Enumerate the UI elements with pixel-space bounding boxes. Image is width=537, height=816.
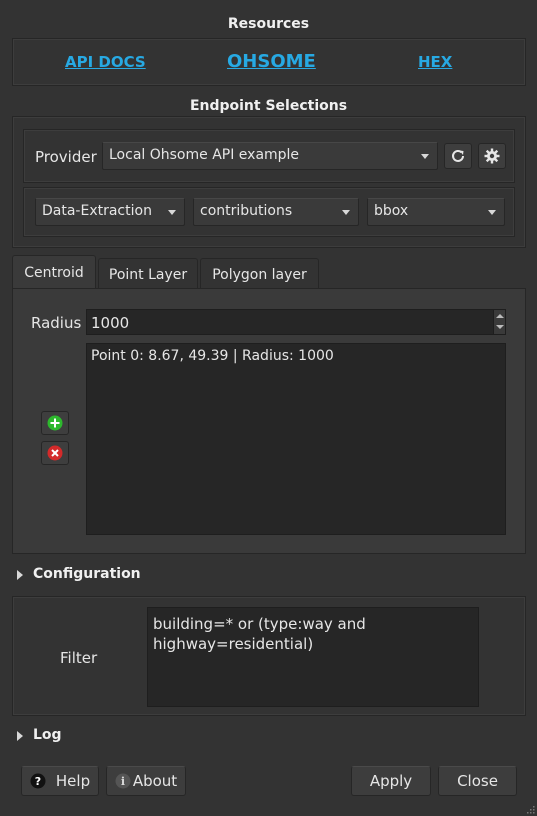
help-icon: ?: [30, 773, 46, 789]
radius-label: Radius: [31, 314, 82, 332]
resize-grip-icon[interactable]: [525, 804, 536, 815]
tab-centroid-label: Centroid: [24, 264, 84, 281]
svg-text:?: ?: [35, 775, 41, 788]
filter-value: building=* or (type:way and highway=resi…: [153, 615, 366, 653]
configuration-group: Filter building=* or (type:way and highw…: [12, 596, 526, 716]
ohsome-link[interactable]: OHSOME: [227, 51, 316, 72]
apply-button[interactable]: Apply: [351, 766, 431, 796]
gear-icon: [484, 148, 500, 164]
resources-title: Resources: [227, 16, 310, 32]
help-button[interactable]: ? Help: [21, 766, 99, 796]
api-docs-link[interactable]: API DOCS: [65, 53, 146, 71]
endpoint-select[interactable]: contributions: [193, 198, 359, 226]
add-point-button[interactable]: [41, 411, 69, 435]
hex-link[interactable]: HEX: [418, 53, 452, 71]
tab-point-layer-label: Point Layer: [108, 266, 188, 283]
log-title[interactable]: Log: [33, 727, 62, 743]
collapse-arrow-icon[interactable]: [17, 731, 23, 741]
endpoint-group: Provider Local Ohsome API example Data-E…: [12, 116, 526, 248]
endpoint-combos-row: Data-Extraction contributions bbox: [23, 187, 515, 237]
resources-group: API DOCS OHSOME HEX: [12, 38, 526, 86]
tab-polygon-layer[interactable]: Polygon layer: [200, 258, 319, 290]
endpoint-title: Endpoint Selections: [189, 98, 348, 114]
refresh-button[interactable]: [444, 143, 472, 169]
spin-buttons[interactable]: [493, 310, 505, 334]
geometry-select-value: bbox: [374, 203, 409, 219]
chevron-down-icon: [421, 154, 429, 159]
radius-spinbox[interactable]: 1000: [86, 309, 506, 335]
configuration-title[interactable]: Configuration: [33, 566, 141, 582]
svg-text:i: i: [121, 775, 125, 788]
chevron-down-icon: [488, 210, 496, 215]
radius-value: 1000: [91, 314, 130, 332]
close-label: Close: [457, 772, 498, 790]
chevron-up-icon[interactable]: [496, 314, 504, 318]
collapse-arrow-icon[interactable]: [17, 570, 23, 580]
info-icon: i: [115, 773, 131, 789]
chevron-down-icon: [168, 210, 176, 215]
chevron-down-icon[interactable]: [496, 325, 504, 329]
plus-icon: [47, 415, 63, 431]
remove-point-button[interactable]: [41, 441, 69, 465]
centroid-panel: Radius 1000 Point 0: 8.67, 49.39 | Radiu…: [12, 288, 526, 554]
tab-centroid[interactable]: Centroid: [12, 255, 96, 289]
provider-select[interactable]: Local Ohsome API example: [102, 142, 438, 170]
close-icon: [47, 445, 63, 461]
endpoint-select-value: contributions: [200, 203, 293, 219]
about-button[interactable]: i About: [106, 766, 186, 796]
list-item[interactable]: Point 0: 8.67, 49.39 | Radius: 1000: [91, 348, 334, 364]
filter-textarea[interactable]: building=* or (type:way and highway=resi…: [147, 607, 479, 707]
tab-point-layer[interactable]: Point Layer: [98, 258, 198, 290]
filter-label: Filter: [60, 649, 98, 667]
chevron-down-icon: [342, 210, 350, 215]
tab-polygon-layer-label: Polygon layer: [212, 266, 307, 283]
close-button[interactable]: Close: [438, 766, 517, 796]
provider-label: Provider: [35, 148, 97, 166]
provider-select-value: Local Ohsome API example: [109, 147, 300, 163]
settings-button[interactable]: [478, 143, 506, 169]
refresh-icon: [452, 149, 464, 162]
points-list[interactable]: Point 0: 8.67, 49.39 | Radius: 1000: [86, 343, 506, 535]
provider-row: Provider Local Ohsome API example: [23, 129, 515, 183]
category-select-value: Data-Extraction: [42, 203, 152, 219]
category-select[interactable]: Data-Extraction: [35, 198, 185, 226]
about-label: About: [132, 772, 178, 790]
help-label: Help: [55, 772, 91, 790]
apply-label: Apply: [369, 772, 413, 790]
geometry-select[interactable]: bbox: [367, 198, 505, 226]
